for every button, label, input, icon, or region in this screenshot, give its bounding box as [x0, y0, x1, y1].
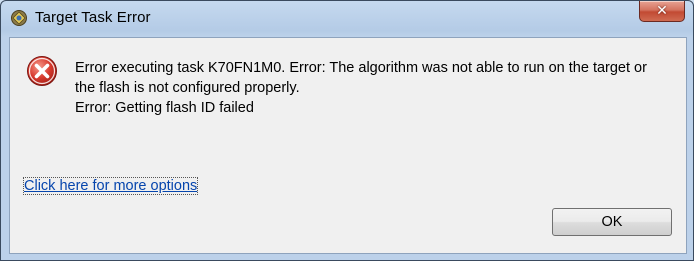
dialog-body: Error executing task K70FN1M0. Error: Th… — [9, 37, 687, 254]
error-message-line: Error executing task K70FN1M0. Error: Th… — [75, 60, 647, 76]
ok-button[interactable]: OK — [552, 208, 672, 236]
window-title: Target Task Error — [35, 9, 151, 26]
error-icon — [26, 55, 58, 87]
error-message-line: the flash is not configured properly. — [75, 80, 300, 96]
error-message: Error executing task K70FN1M0. Error: Th… — [75, 58, 675, 118]
app-icon — [10, 9, 28, 27]
dialog-window: Target Task Error ✕ Error executing task… — [0, 0, 694, 261]
ok-button-label: OK — [601, 214, 623, 230]
close-button[interactable]: ✕ — [639, 1, 685, 22]
close-icon: ✕ — [656, 3, 668, 19]
title-bar[interactable]: Target Task Error ✕ — [1, 1, 693, 35]
error-message-line: Error: Getting flash ID failed — [75, 100, 254, 116]
more-options-link[interactable]: Click here for more options — [22, 177, 199, 195]
